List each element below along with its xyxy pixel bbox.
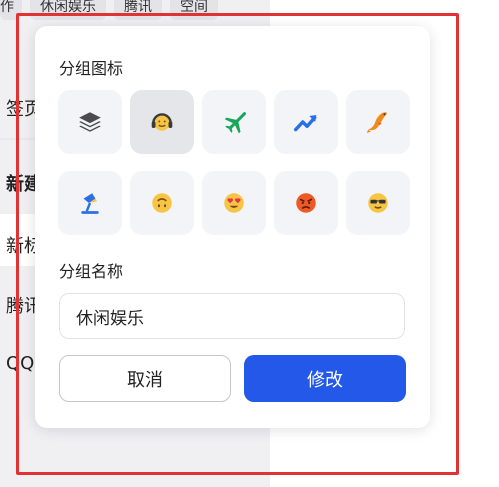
highlight-frame [16, 13, 459, 475]
